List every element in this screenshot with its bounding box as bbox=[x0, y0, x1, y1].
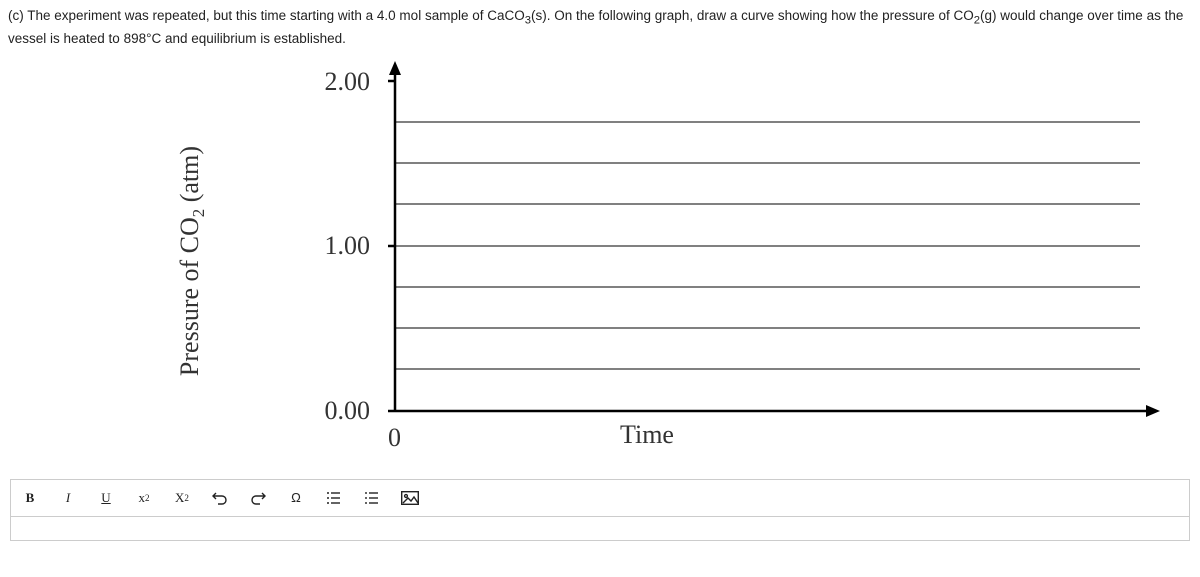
superscript-button[interactable]: x2 bbox=[135, 489, 153, 507]
bullet-list-icon[interactable] bbox=[325, 489, 343, 507]
chart-area[interactable]: Pressure of CO2 (atm) 2.00 1.00 0.00 0 T… bbox=[200, 61, 1180, 461]
numbered-list-icon[interactable] bbox=[363, 489, 381, 507]
omega-button[interactable]: Ω bbox=[287, 489, 305, 507]
underline-button[interactable]: U bbox=[97, 489, 115, 507]
y-tick: 0.00 bbox=[325, 396, 371, 426]
y-tick: 2.00 bbox=[325, 67, 371, 97]
redo-icon[interactable] bbox=[249, 489, 267, 507]
y-tick: 1.00 bbox=[325, 231, 371, 261]
undo-icon[interactable] bbox=[211, 489, 229, 507]
question-text: (c) The experiment was repeated, but thi… bbox=[0, 0, 1200, 51]
y-axis-label: Pressure of CO2 (atm) bbox=[175, 145, 209, 375]
subscript-button[interactable]: X2 bbox=[173, 489, 191, 507]
editor-body[interactable] bbox=[10, 517, 1190, 541]
editor-toolbar: B I U x2 X2 Ω bbox=[10, 479, 1190, 517]
axes-svg bbox=[380, 61, 1180, 461]
italic-button[interactable]: I bbox=[59, 489, 77, 507]
bold-button[interactable]: B bbox=[21, 489, 39, 507]
image-icon[interactable] bbox=[401, 489, 419, 507]
